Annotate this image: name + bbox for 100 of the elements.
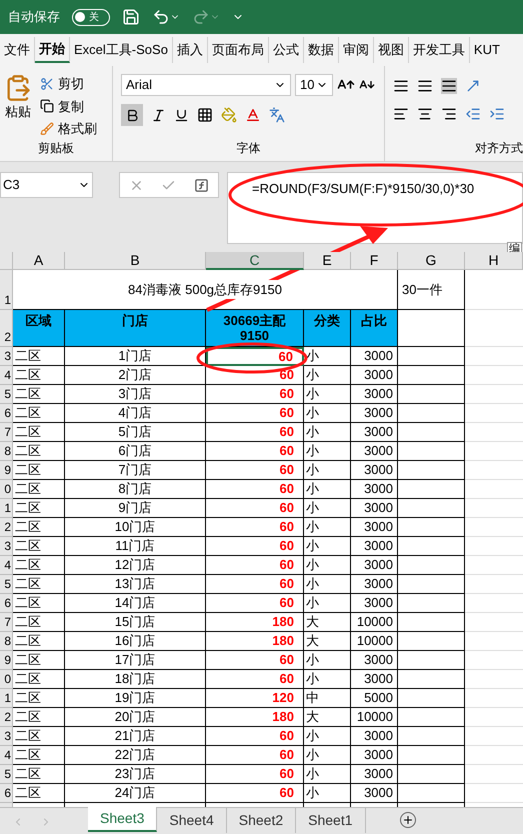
group-label: 字体	[236, 140, 262, 157]
row-header[interactable]: 3	[0, 537, 13, 556]
format-painter-button[interactable]: 格式刷	[40, 119, 97, 138]
row-header[interactable]: 7	[0, 613, 13, 632]
table-cell: 二区	[13, 651, 65, 670]
bold-button[interactable]	[121, 104, 143, 126]
orientation-icon[interactable]	[465, 78, 481, 94]
row-header[interactable]: 8	[0, 632, 13, 651]
row-header[interactable]: 9	[0, 651, 13, 670]
ribbon-tab[interactable]: 开发工具	[408, 37, 470, 63]
align-top-icon[interactable]	[393, 78, 409, 94]
function-icon[interactable]	[194, 178, 210, 192]
row-header[interactable]: 1	[0, 270, 13, 310]
name-box[interactable]: C3	[0, 172, 93, 198]
table-cell: 3000	[351, 575, 398, 594]
row-header[interactable]: 4	[0, 746, 13, 765]
column-header[interactable]: H	[465, 252, 523, 270]
sheet-tab[interactable]: Sheet3	[88, 807, 158, 832]
empty-cell	[398, 423, 465, 442]
sheet-tab[interactable]: Sheet4	[157, 808, 227, 833]
table-cell: 小	[304, 442, 351, 461]
table-cell: 30一件	[398, 270, 465, 310]
row-header[interactable]: 2	[0, 708, 13, 727]
ribbon-tab[interactable]: 插入	[172, 37, 208, 63]
save-icon[interactable]	[122, 8, 140, 26]
row-header[interactable]: 3	[0, 727, 13, 746]
column-header[interactable]: F	[351, 252, 398, 270]
ribbon-tab[interactable]: 页面布局	[208, 37, 269, 63]
row-header[interactable]: 2	[0, 518, 13, 537]
row-header[interactable]: 5	[0, 575, 13, 594]
table-cell: 22门店	[65, 746, 206, 765]
column-heading: 门店	[65, 310, 206, 347]
table-cell: 中	[304, 689, 351, 708]
border-icon[interactable]	[197, 107, 213, 123]
ribbon-tab[interactable]: 视图	[374, 37, 409, 63]
ribbon-tab[interactable]: Excel工具-SoSo	[70, 37, 173, 63]
column-header[interactable]: B	[65, 252, 206, 270]
undo-icon[interactable]	[152, 8, 170, 26]
empty-cell	[398, 632, 465, 651]
row-header[interactable]: 9	[0, 461, 13, 480]
table-cell: 二区	[13, 537, 65, 556]
row-header[interactable]: 5	[0, 765, 13, 784]
table-cell: 10000	[351, 613, 398, 632]
ribbon-tab[interactable]: 数据	[304, 37, 339, 63]
ribbon-tab[interactable]: KUT	[470, 37, 504, 63]
row-header[interactable]: 1	[0, 499, 13, 518]
column-header[interactable]: C	[206, 252, 304, 270]
paste-button[interactable]: 粘贴	[0, 74, 36, 139]
table-cell: 二区	[13, 347, 65, 366]
font-name-field[interactable]: Arial	[121, 74, 291, 96]
row-header[interactable]: 3	[0, 347, 13, 366]
empty-cell	[398, 461, 465, 480]
add-sheet-button[interactable]	[400, 812, 416, 828]
sheet-tab[interactable]: Sheet1	[296, 808, 366, 833]
row-header[interactable]: 2	[0, 310, 13, 347]
align-left-icon[interactable]	[393, 106, 409, 122]
row-header[interactable]: 0	[0, 480, 13, 499]
column-header[interactable]: A	[13, 252, 65, 270]
table-cell: 小	[304, 518, 351, 537]
ribbon-tab[interactable]: 公式	[268, 37, 304, 63]
empty-cell	[398, 746, 465, 765]
align-middle-icon[interactable]	[417, 78, 433, 94]
row-header[interactable]: 6	[0, 404, 13, 423]
table-cell: 小	[304, 461, 351, 480]
font-color-icon[interactable]	[245, 107, 261, 123]
align-bottom-icon[interactable]	[441, 78, 457, 94]
cut-button[interactable]: 剪切	[40, 74, 97, 94]
table-cell: 4门店	[65, 404, 206, 423]
row-header[interactable]: 6	[0, 784, 13, 803]
fill-color-icon[interactable]	[221, 107, 237, 123]
row-header[interactable]: 8	[0, 442, 13, 461]
row-header[interactable]: 4	[0, 556, 13, 575]
column-header[interactable]: E	[304, 252, 351, 270]
ribbon-tab[interactable]: 文件	[0, 37, 35, 63]
row-header[interactable]: 5	[0, 385, 13, 404]
ribbon-tab[interactable]: 开始	[35, 37, 70, 63]
copy-button[interactable]: 复制	[40, 96, 97, 116]
row-header[interactable]: 4	[0, 366, 13, 385]
sheet-tab[interactable]: Sheet2	[226, 808, 296, 833]
plus-icon	[402, 814, 414, 826]
row-header[interactable]: 0	[0, 670, 13, 689]
decrease-indent-icon[interactable]	[465, 106, 481, 122]
align-center-icon[interactable]	[417, 106, 433, 122]
ribbon-tab[interactable]: 审阅	[338, 37, 374, 63]
align-right-icon[interactable]	[441, 106, 457, 122]
row-header[interactable]: 1	[0, 689, 13, 708]
increase-indent-icon[interactable]	[489, 106, 505, 122]
column-header[interactable]: G	[398, 252, 465, 270]
table-cell: 3000	[351, 651, 398, 670]
italic-icon[interactable]	[151, 108, 166, 122]
font-size-field[interactable]: 10	[295, 74, 333, 96]
table-cell: 3000	[351, 556, 398, 575]
table-cell: 60	[206, 461, 304, 480]
phonetic-icon[interactable]	[269, 107, 285, 123]
row-header[interactable]: 7	[0, 423, 13, 442]
table-cell: 3000	[351, 784, 398, 803]
row-header[interactable]: 6	[0, 594, 13, 613]
autosave-toggle[interactable]: 关	[72, 8, 110, 26]
table-cell: 3000	[351, 347, 398, 366]
underline-icon[interactable]	[174, 108, 189, 122]
